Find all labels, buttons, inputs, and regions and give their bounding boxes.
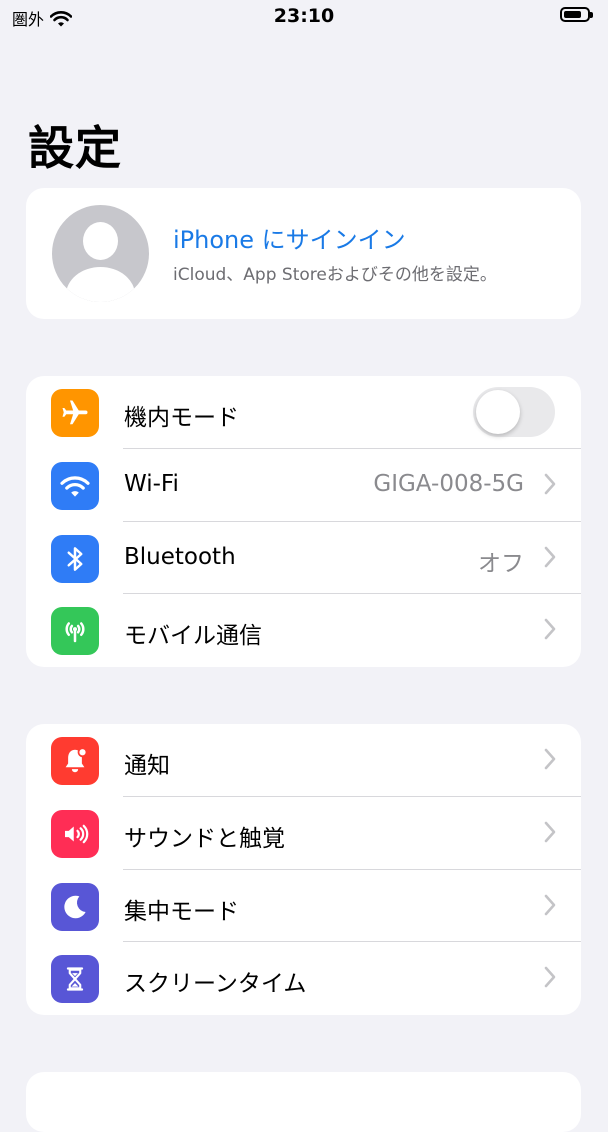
- notifications-group: 通知 サウンドと触覚 集中モード スクリーンタイム: [26, 724, 581, 1015]
- toggle-knob: [476, 390, 520, 434]
- avatar-head: [83, 222, 118, 260]
- settings-row-bluetooth[interactable]: Bluetooth オフ: [26, 522, 581, 595]
- wifi-network-name: GIGA-008-5G: [373, 470, 524, 497]
- bluetooth-icon: [51, 534, 99, 583]
- chevron-right-icon: [544, 894, 556, 915]
- settings-row-screen-time[interactable]: スクリーンタイム: [26, 942, 581, 1015]
- antenna-icon: [51, 607, 99, 656]
- bluetooth-status: オフ: [478, 550, 524, 577]
- status-right: [560, 7, 593, 22]
- row-label: 集中モード: [124, 898, 239, 925]
- page-title: 設定: [28, 121, 122, 175]
- row-label: サウンドと触覚: [124, 825, 285, 852]
- airplane-icon: [51, 389, 99, 437]
- status-time: 23:10: [273, 5, 335, 27]
- signin-title: iPhone にサインイン: [173, 226, 406, 254]
- chevron-right-icon: [544, 473, 556, 495]
- settings-row-mobile-data[interactable]: モバイル通信: [26, 594, 581, 667]
- speaker-icon: [51, 809, 99, 858]
- chevron-right-icon: [544, 966, 556, 988]
- settings-row-notifications[interactable]: 通知: [26, 724, 581, 797]
- general-group-partial: [26, 1072, 581, 1132]
- status-bar: 圏外 23:10: [0, 0, 608, 34]
- avatar-icon: [52, 205, 149, 302]
- wifi-icon: [51, 461, 99, 510]
- battery-level: [564, 11, 581, 18]
- chevron-right-icon: [544, 748, 556, 770]
- row-label: Wi-Fi: [124, 470, 179, 497]
- chevron-right-icon: [544, 821, 556, 843]
- apple-id-signin-card[interactable]: iPhone にサインイン iCloud、App Storeおよびその他を設定。: [26, 188, 581, 319]
- chevron-right-icon: [544, 546, 556, 567]
- signin-subtitle: iCloud、App Storeおよびその他を設定。: [173, 265, 497, 285]
- settings-row-airplane-mode: 機内モード: [26, 376, 581, 449]
- avatar-shoulders: [66, 267, 135, 302]
- row-label: Bluetooth: [124, 543, 236, 570]
- bell-icon: [51, 737, 99, 785]
- row-label: 機内モード: [124, 405, 239, 431]
- row-label: 通知: [124, 753, 170, 779]
- battery-icon: [560, 7, 593, 22]
- settings-row-sounds-haptics[interactable]: サウンドと触覚: [26, 797, 581, 870]
- settings-row-focus[interactable]: 集中モード: [26, 870, 581, 943]
- hourglass-icon: [51, 955, 99, 1004]
- row-label: スクリーンタイム: [124, 971, 307, 998]
- chevron-right-icon: [544, 618, 556, 640]
- row-label: モバイル通信: [124, 623, 262, 650]
- airplane-mode-toggle[interactable]: [473, 387, 555, 437]
- moon-icon: [51, 882, 99, 931]
- settings-row-wifi[interactable]: Wi-Fi GIGA-008-5G: [26, 449, 581, 522]
- connectivity-group: 機内モード Wi-Fi GIGA-008-5G Bluetooth オフ モバイ…: [26, 376, 581, 667]
